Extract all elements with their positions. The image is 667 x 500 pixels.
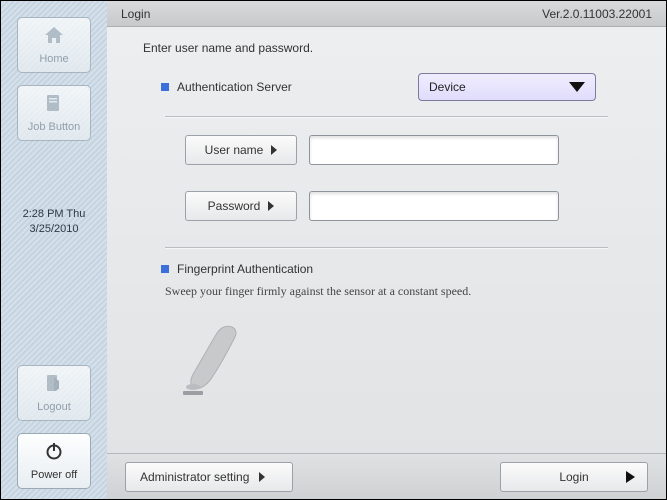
auth-server-heading: Authentication Server — [161, 80, 418, 94]
main-area: Login Ver.2.0.11003.22001 Enter user nam… — [107, 1, 666, 499]
version-text: Ver.2.0.11003.22001 — [542, 7, 652, 21]
logout-label: Logout — [37, 401, 71, 413]
app-frame: Home Job Button 2:28 PM Thu 3/25/2010 Lo… — [0, 0, 667, 500]
datetime: 2:28 PM Thu 3/25/2010 — [23, 207, 86, 238]
auth-server-value: Device — [429, 80, 466, 94]
username-input[interactable] — [309, 135, 559, 165]
fingerprint-hint: Sweep your finger firmly against the sen… — [165, 284, 636, 299]
logout-icon — [44, 373, 64, 399]
fingerprint-label: Fingerprint Authentication — [177, 262, 313, 276]
fingerprint-graphic — [177, 321, 247, 391]
fingerprint-heading: Fingerprint Authentication — [161, 262, 636, 276]
poweroff-label: Power off — [31, 469, 77, 481]
play-icon — [626, 471, 635, 483]
sidebar: Home Job Button 2:28 PM Thu 3/25/2010 Lo… — [1, 1, 107, 499]
login-button[interactable]: Login — [500, 462, 648, 492]
content: Enter user name and password. Authentica… — [107, 27, 666, 453]
titlebar: Login Ver.2.0.11003.22001 — [107, 1, 666, 27]
auth-server-dropdown[interactable]: Device — [418, 73, 596, 101]
password-input[interactable] — [309, 191, 559, 221]
divider — [165, 116, 608, 117]
bullet-icon — [161, 265, 169, 273]
chevron-down-icon — [569, 82, 585, 92]
login-label: Login — [559, 470, 588, 484]
username-button[interactable]: User name — [185, 135, 297, 165]
time-text: 2:28 PM Thu — [23, 207, 86, 222]
power-icon — [44, 441, 64, 467]
job-button[interactable]: Job Button — [17, 85, 91, 141]
password-label: Password — [208, 199, 261, 213]
bullet-icon — [161, 83, 169, 91]
chevron-right-icon — [268, 201, 274, 211]
username-row: User name — [185, 135, 636, 165]
auth-server-row: Authentication Server Device — [137, 73, 636, 101]
footer: Administrator setting Login — [107, 453, 666, 499]
date-text: 3/25/2010 — [23, 222, 86, 237]
auth-server-label: Authentication Server — [177, 80, 292, 94]
instruction-text: Enter user name and password. — [143, 41, 636, 55]
password-row: Password — [185, 191, 636, 221]
poweroff-button[interactable]: Power off — [17, 433, 91, 489]
job-icon — [44, 93, 64, 119]
job-label: Job Button — [28, 121, 81, 133]
username-label: User name — [205, 143, 264, 157]
password-button[interactable]: Password — [185, 191, 297, 221]
admin-label: Administrator setting — [140, 470, 249, 484]
chevron-right-icon — [271, 145, 277, 155]
admin-setting-button[interactable]: Administrator setting — [125, 462, 293, 492]
home-label: Home — [39, 53, 68, 65]
chevron-right-icon — [259, 472, 265, 482]
home-icon — [43, 25, 65, 51]
page-title: Login — [121, 7, 150, 21]
divider — [165, 247, 608, 248]
home-button[interactable]: Home — [17, 17, 91, 73]
logout-button[interactable]: Logout — [17, 365, 91, 421]
